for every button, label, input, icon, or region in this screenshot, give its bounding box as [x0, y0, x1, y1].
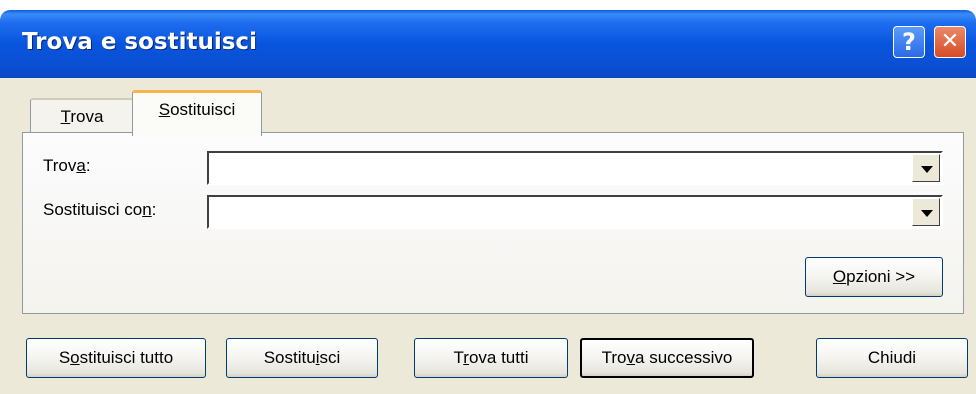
find-label: Trova:	[43, 156, 91, 175]
title-bar[interactable]: Trova e sostituisci ? ✕	[0, 10, 976, 78]
tab-sostituisci-label: Sostituisci	[158, 100, 236, 119]
tab-trova[interactable]: Trova	[30, 98, 134, 134]
replace-label: Sostituisci con:	[43, 200, 157, 219]
close-window-button[interactable]: ✕	[934, 26, 966, 58]
find-next-button[interactable]: Trova successivo	[580, 338, 754, 378]
replace-dropdown-arrow-icon[interactable]	[912, 198, 940, 226]
find-replace-dialog: Trova e sostituisci ? ✕ Trova Sostituisc…	[0, 10, 976, 394]
dialog-client-area: Trova Sostituisci Trova: Sostituisci con…	[4, 78, 972, 394]
replace-input[interactable]	[211, 199, 913, 227]
find-input[interactable]	[211, 155, 913, 183]
options-button[interactable]: Opzioni >>	[805, 257, 943, 297]
find-combobox[interactable]	[207, 151, 943, 185]
window-title: Trova e sostituisci	[22, 29, 257, 55]
find-dropdown-arrow-icon[interactable]	[912, 154, 940, 182]
replace-all-button[interactable]: Sostituisci tutto	[26, 338, 206, 378]
replace-button[interactable]: Sostituisci	[226, 338, 378, 378]
tab-panel: Trova: Sostituisci con: Opzioni >>	[22, 132, 964, 314]
tab-trova-label: Trova	[60, 107, 104, 126]
replace-combobox[interactable]	[207, 195, 943, 229]
help-button[interactable]: ?	[893, 26, 925, 58]
tab-sostituisci[interactable]: Sostituisci	[132, 90, 262, 136]
find-all-button[interactable]: Trova tutti	[414, 338, 568, 378]
close-button[interactable]: Chiudi	[816, 338, 968, 378]
